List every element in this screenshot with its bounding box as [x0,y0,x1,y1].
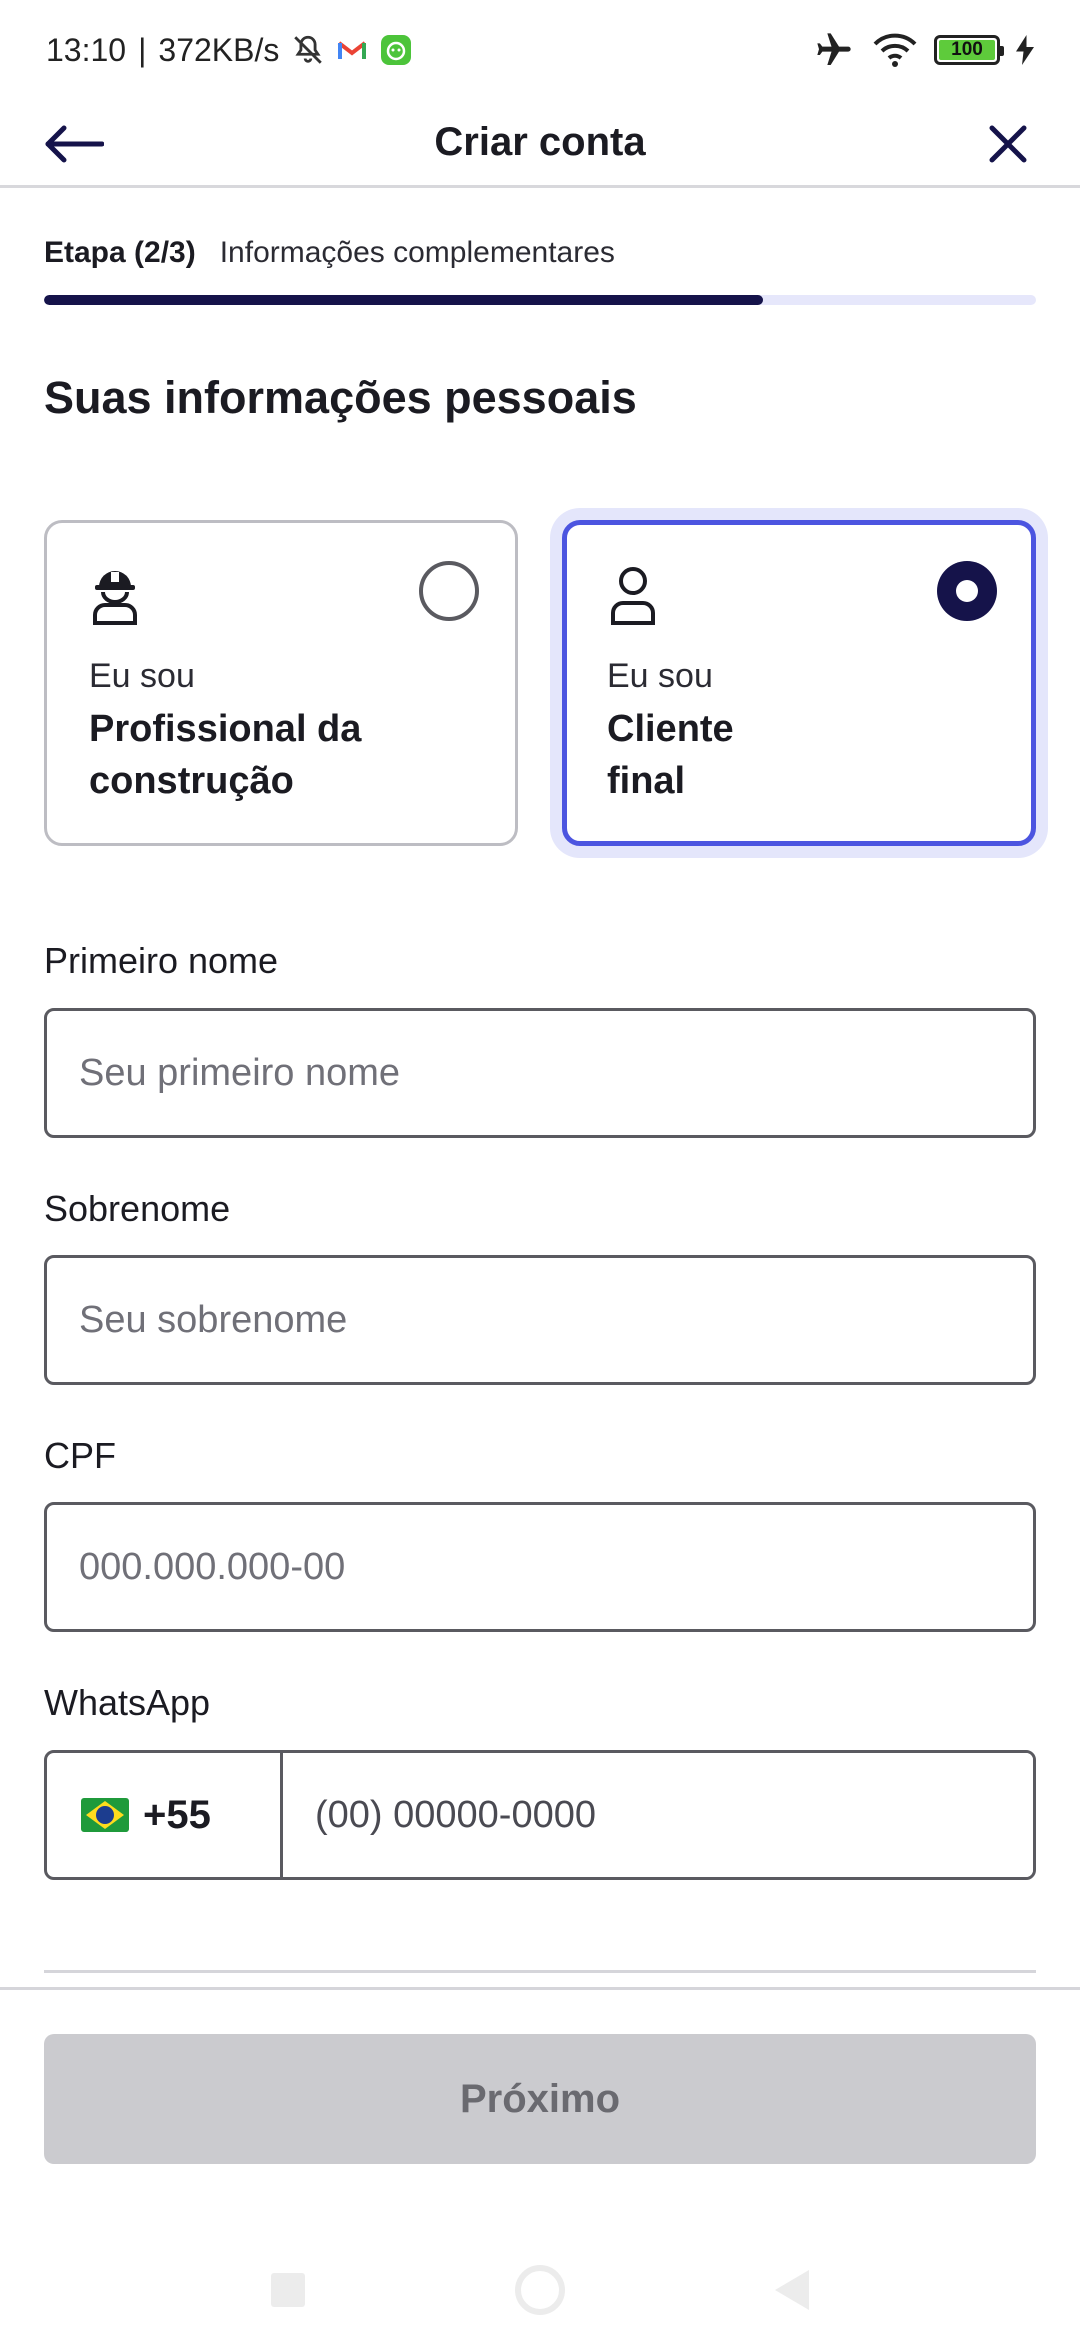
charging-bolt-icon [1016,35,1034,65]
step-description: Informações complementares [219,236,615,269]
status-network-speed: 372KB/s [158,31,280,68]
worker-helmet-icon [93,571,137,625]
progress-bar-fill [44,295,764,305]
wifi-icon [872,32,918,68]
next-button[interactable]: Próximo [44,2034,1036,2164]
system-nav-bar [0,2240,1080,2340]
step-indicator: Etapa (2/3) Informações complementares [44,236,615,270]
app-notification-icon [379,33,413,67]
section-title: Suas informações pessoais [44,372,637,423]
close-icon [989,125,1027,163]
recents-button[interactable] [271,2273,305,2307]
battery-level: 100 [951,39,983,60]
first-name-input[interactable] [44,1008,1036,1138]
country-code: +55 [143,1792,211,1837]
footer-divider [0,1987,1080,1990]
country-code-selector[interactable]: +55 [47,1753,283,1877]
whatsapp-field: +55 [44,1750,1036,1880]
arrow-left-icon [45,125,104,163]
brazil-flag-icon [81,1798,129,1832]
radio-dot [956,580,978,602]
cpf-input[interactable] [44,1502,1036,1632]
radio-selected[interactable] [937,561,997,621]
option-prefix: Eu sou [607,657,713,695]
divider [44,1970,1036,1973]
status-time: 13:10 [46,31,127,68]
status-left: 13:10 | 372KB/s [46,32,413,69]
system-back-button[interactable] [775,2270,809,2310]
airplane-mode-icon [812,30,856,70]
whatsapp-input[interactable] [283,1753,1033,1877]
status-right: 100 [812,30,1034,70]
last-name-label: Sobrenome [44,1188,231,1229]
status-bar: 13:10 | 372KB/s 100 [0,0,1080,100]
first-name-label: Primeiro nome [44,940,279,981]
home-button[interactable] [515,2265,565,2315]
option-title: Profissional da construção [89,708,362,802]
app-header: Criar conta [0,100,1080,188]
option-card-construction-professional[interactable]: Eu sou Profissional da construção [44,520,518,846]
page-title: Criar conta [434,120,646,164]
gmail-icon [337,38,367,62]
option-title: Cliente final [607,708,734,802]
step-label: Etapa (2/3) [44,236,196,269]
progress-bar [44,295,1036,305]
option-card-end-customer[interactable]: Eu sou Cliente final [562,520,1036,846]
back-button[interactable] [44,116,104,172]
muted-bell-icon [291,33,325,67]
whatsapp-label: WhatsApp [44,1682,211,1723]
close-button[interactable] [980,116,1036,172]
battery-icon: 100 [934,35,1004,65]
radio-unselected[interactable] [419,561,479,621]
cpf-label: CPF [44,1435,116,1476]
status-separator: | [138,31,147,68]
person-icon [611,567,655,625]
option-prefix: Eu sou [89,657,195,695]
last-name-input[interactable] [44,1255,1036,1385]
